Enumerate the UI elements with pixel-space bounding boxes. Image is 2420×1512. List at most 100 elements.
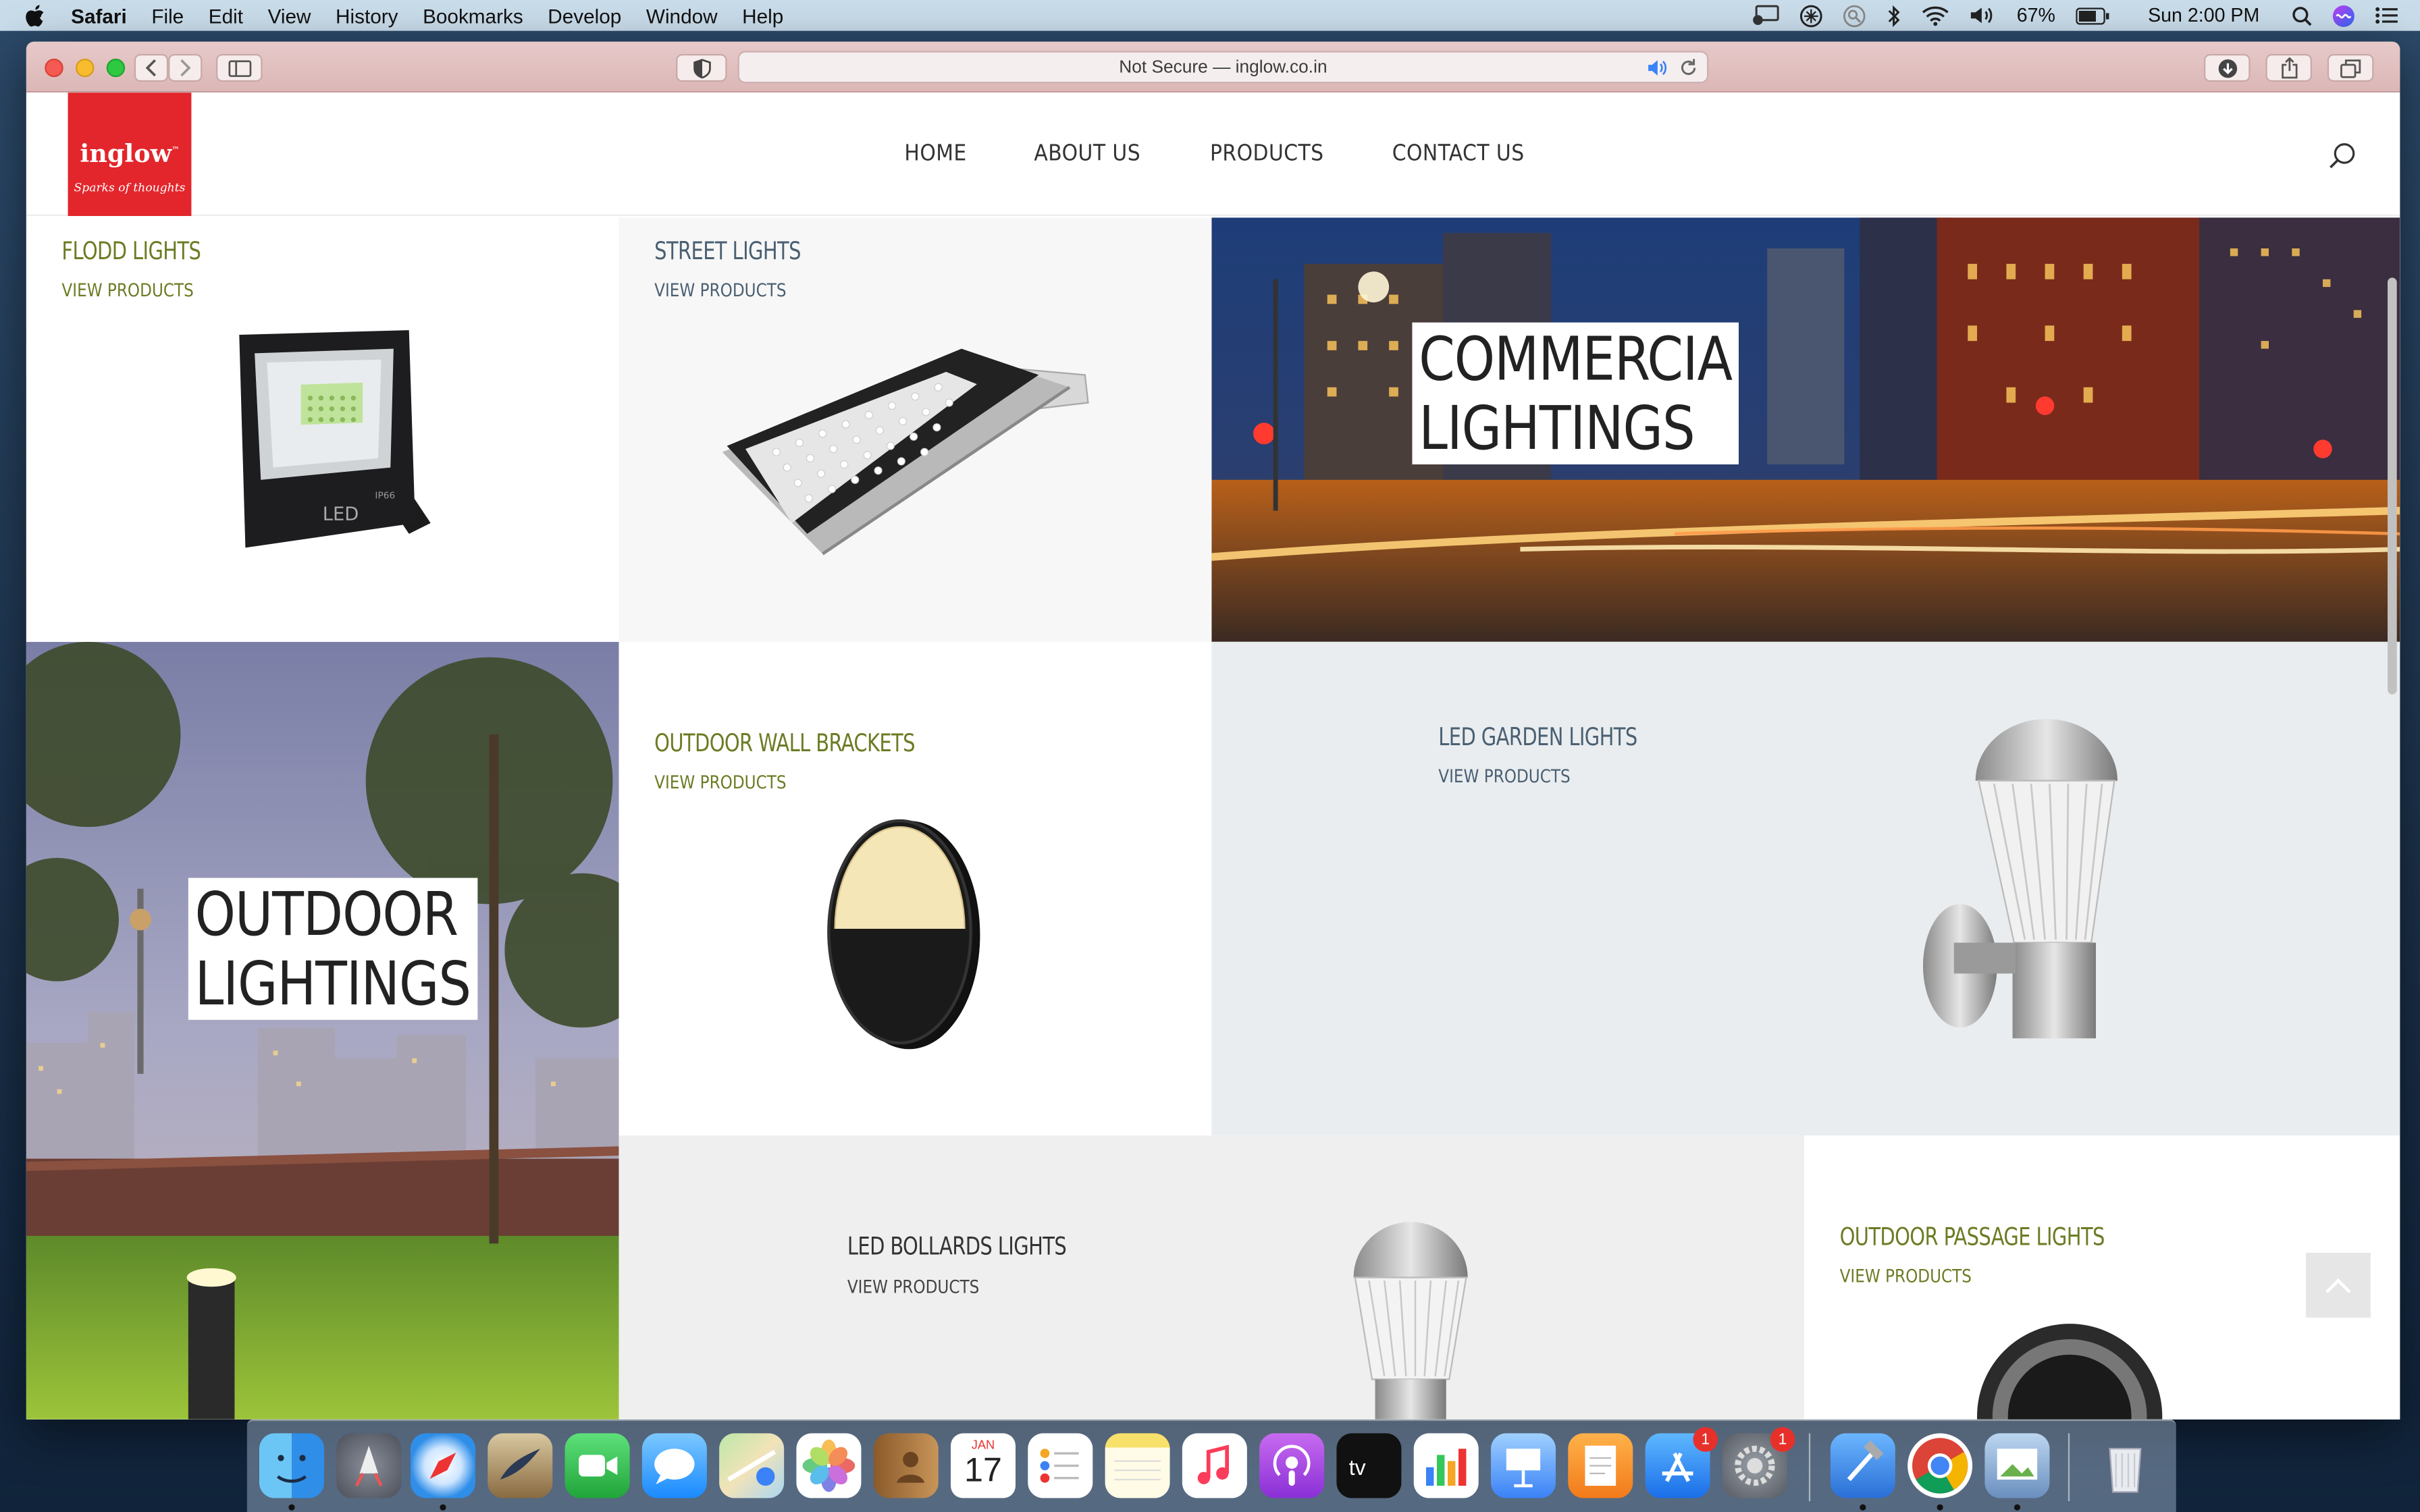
spotlight-extra-icon[interactable] bbox=[1842, 4, 1865, 27]
zoom-window-button[interactable] bbox=[106, 58, 126, 78]
menu-develop[interactable]: Develop bbox=[548, 4, 621, 27]
preview-photo-icon[interactable] bbox=[488, 1433, 553, 1498]
maps-icon[interactable] bbox=[719, 1433, 785, 1498]
downloads-button[interactable] bbox=[2204, 54, 2251, 82]
reminders-icon[interactable] bbox=[1028, 1433, 1093, 1498]
battery-percent: 67% bbox=[2016, 4, 2055, 26]
tile-led-garden-lights[interactable]: LED GARDEN LIGHTS VIEW PRODUCTS bbox=[1211, 641, 2400, 1136]
tile-title[interactable]: LED GARDEN LIGHTS bbox=[1438, 722, 1637, 751]
tile-commercial-lightings[interactable]: COMMERCIA LIGHTINGS bbox=[1211, 217, 2400, 642]
pages-icon[interactable] bbox=[1568, 1433, 1633, 1498]
tile-title[interactable]: LED BOLLARDS LIGHTS bbox=[847, 1231, 1067, 1260]
menu-window[interactable]: Window bbox=[646, 4, 718, 27]
wifi-icon[interactable] bbox=[1921, 5, 1949, 26]
sidebar-icon bbox=[228, 59, 251, 76]
safari-window: Not Secure — inglow.co.in FLODD LIGHTS V… bbox=[26, 41, 2400, 1420]
safari-icon[interactable] bbox=[411, 1433, 476, 1498]
apple-menu-icon[interactable] bbox=[25, 4, 53, 26]
address-bar[interactable]: Not Secure — inglow.co.in bbox=[737, 51, 1709, 84]
accessibility-icon[interactable] bbox=[1799, 4, 1822, 27]
messages-icon[interactable] bbox=[641, 1433, 707, 1498]
view-products-link[interactable]: VIEW PRODUCTS bbox=[1840, 1265, 1972, 1287]
notification-center-icon[interactable] bbox=[2375, 6, 2398, 24]
menu-edit[interactable]: Edit bbox=[209, 4, 243, 27]
apple-tv-icon[interactable]: tv bbox=[1336, 1433, 1402, 1498]
volume-icon[interactable] bbox=[1969, 5, 1997, 26]
tile-flood-lights[interactable]: FLODD LIGHTS VIEW PRODUCTS LED IP66 bbox=[26, 217, 619, 642]
nav-contact-us[interactable]: CONTACT US bbox=[1392, 142, 1525, 167]
keynote-icon[interactable] bbox=[1491, 1433, 1556, 1498]
view-products-link[interactable]: VIEW PRODUCTS bbox=[1438, 765, 1570, 787]
view-products-link[interactable]: VIEW PRODUCTS bbox=[847, 1276, 979, 1297]
xcode-icon[interactable] bbox=[1830, 1433, 1895, 1498]
site-search-button[interactable] bbox=[2329, 142, 2357, 176]
tile-title[interactable]: STREET LIGHTS bbox=[654, 236, 801, 265]
menu-history[interactable]: History bbox=[336, 4, 398, 27]
spotlight-icon[interactable] bbox=[2292, 5, 2312, 26]
flood-led-label: LED bbox=[323, 504, 359, 524]
trash-icon[interactable] bbox=[2093, 1433, 2157, 1498]
tile-outdoor-lightings[interactable]: OUTDOOR LIGHTINGS bbox=[26, 641, 619, 1420]
app-store-icon[interactable]: 1 bbox=[1645, 1427, 1718, 1498]
outdoor-park-photo bbox=[26, 641, 619, 1420]
view-products-link[interactable]: VIEW PRODUCTS bbox=[61, 279, 193, 301]
battery-icon[interactable] bbox=[2075, 7, 2109, 24]
wall-bracket-image bbox=[827, 819, 980, 1050]
back-to-top-button[interactable] bbox=[2305, 1253, 2371, 1318]
numbers-icon[interactable] bbox=[1413, 1433, 1479, 1498]
system-preferences-badge: 1 bbox=[1770, 1427, 1795, 1452]
tile-title[interactable]: OUTDOOR PASSAGE LIGHTS bbox=[1840, 1222, 2105, 1251]
share-button[interactable] bbox=[2265, 54, 2313, 82]
forward-button[interactable] bbox=[168, 54, 203, 82]
finder-icon[interactable] bbox=[259, 1433, 325, 1498]
calendar-icon[interactable]: JAN 17 bbox=[951, 1433, 1016, 1498]
menu-help[interactable]: Help bbox=[742, 4, 783, 27]
preview-icon[interactable] bbox=[1984, 1433, 2050, 1498]
menubar-clock[interactable]: Sun 2:00 PM bbox=[2148, 5, 2259, 26]
chevron-left-icon bbox=[145, 59, 157, 77]
url-text: Not Secure — inglow.co.in bbox=[1119, 57, 1327, 77]
privacy-report-button[interactable] bbox=[676, 54, 727, 82]
view-products-link[interactable]: VIEW PRODUCTS bbox=[654, 772, 786, 793]
photos-icon[interactable] bbox=[796, 1433, 862, 1498]
menu-file[interactable]: File bbox=[151, 4, 184, 27]
system-preferences-icon[interactable]: 1 bbox=[1722, 1427, 1795, 1498]
tab-overview-button[interactable] bbox=[2327, 54, 2374, 82]
contacts-icon[interactable] bbox=[873, 1433, 939, 1498]
page-scrollbar[interactable] bbox=[2388, 277, 2397, 695]
siri-icon[interactable] bbox=[2332, 4, 2355, 27]
minimize-window-button[interactable] bbox=[76, 58, 95, 78]
bollard-light-image bbox=[1353, 1222, 1468, 1420]
podcasts-icon[interactable] bbox=[1259, 1433, 1325, 1498]
notes-icon[interactable] bbox=[1105, 1433, 1170, 1498]
reload-icon[interactable] bbox=[1679, 57, 1698, 82]
menu-bookmarks[interactable]: Bookmarks bbox=[423, 4, 523, 27]
menu-app-name[interactable]: Safari bbox=[71, 4, 127, 27]
site-logo[interactable]: inglow™ Sparks of thoughts bbox=[68, 92, 192, 216]
back-button[interactable] bbox=[134, 54, 169, 82]
bluetooth-icon[interactable] bbox=[1885, 4, 1901, 27]
chrome-icon[interactable] bbox=[1908, 1433, 1973, 1498]
tile-title[interactable]: FLODD LIGHTS bbox=[61, 236, 201, 265]
logo-tagline: Sparks of thoughts bbox=[74, 180, 186, 194]
facetime-icon[interactable] bbox=[564, 1433, 630, 1498]
nav-about-us[interactable]: ABOUT US bbox=[1034, 142, 1140, 167]
music-icon[interactable] bbox=[1182, 1433, 1247, 1498]
close-window-button[interactable] bbox=[45, 58, 63, 78]
sidebar-toggle-button[interactable] bbox=[216, 54, 263, 82]
screen-share-icon[interactable] bbox=[1752, 5, 1779, 26]
outdoor-lightings-heading: OUTDOOR LIGHTINGS bbox=[188, 878, 477, 1020]
tile-outdoor-wall-brackets[interactable]: OUTDOOR WALL BRACKETS VIEW PRODUCTS bbox=[619, 641, 1212, 1136]
launchpad-icon[interactable] bbox=[336, 1433, 402, 1498]
nav-products[interactable]: PRODUCTS bbox=[1210, 142, 1324, 167]
tile-title[interactable]: OUTDOOR WALL BRACKETS bbox=[654, 728, 915, 757]
view-products-link[interactable]: VIEW PRODUCTS bbox=[654, 279, 786, 301]
tile-street-lights[interactable]: STREET LIGHTS VIEW PRODUCTS bbox=[619, 217, 1212, 642]
audio-playing-icon[interactable] bbox=[1647, 59, 1668, 82]
menu-view[interactable]: View bbox=[268, 4, 311, 27]
nav-home[interactable]: HOME bbox=[904, 142, 966, 167]
tile-led-bollards-lights[interactable]: LED BOLLARDS LIGHTS VIEW PRODUCTS bbox=[619, 1135, 1804, 1420]
chevron-right-icon bbox=[180, 59, 191, 77]
flood-ip-label: IP66 bbox=[375, 490, 395, 501]
heading-line-2: LIGHTINGS bbox=[1419, 395, 1695, 465]
